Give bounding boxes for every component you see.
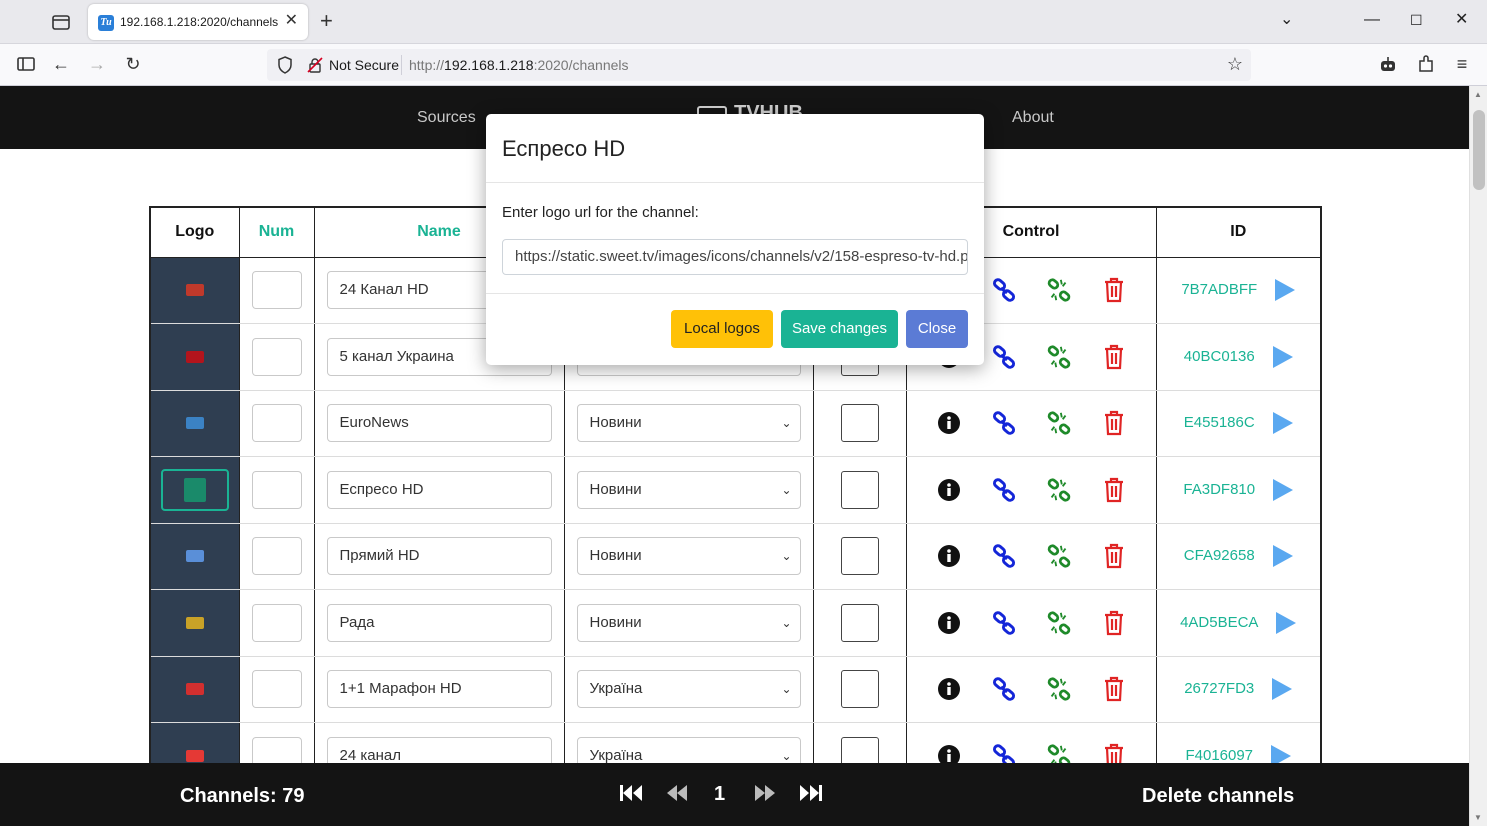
logo-url-modal: Еспресо HD Enter logo url for the channe… <box>486 114 984 365</box>
first-page-icon[interactable] <box>618 781 644 805</box>
page-scrollbar[interactable]: ▲ ▼ <box>1469 86 1487 826</box>
browser-tab[interactable]: Tu 192.168.1.218:2020/channels ✕ <box>88 4 308 40</box>
modal-title: Еспресо HD <box>502 136 626 161</box>
menu-hamburger-icon[interactable]: ≡ <box>1451 53 1473 75</box>
extension-robot-icon[interactable] <box>1377 53 1399 75</box>
scroll-down-icon[interactable]: ▼ <box>1474 813 1482 822</box>
channels-count: Channels: 79 <box>180 785 305 807</box>
url-bar[interactable]: Not Secure http://192.168.1.218:2020/cha… <box>267 49 1251 81</box>
browser-nav-bar: ← → ↻ Not Secure http://192.168.1.218:20… <box>0 44 1487 86</box>
url-host: 192.168.1.218 <box>444 57 534 73</box>
url-text[interactable]: http://192.168.1.218:2020/channels <box>409 49 629 81</box>
logo-url-input[interactable]: https://static.sweet.tv/images/icons/cha… <box>502 239 968 275</box>
url-separator <box>401 55 402 75</box>
tab-favicon-icon: Tu <box>98 15 114 31</box>
minimize-icon[interactable]: — <box>1364 10 1380 30</box>
url-scheme: http:// <box>409 57 445 73</box>
local-logos-button[interactable]: Local logos <box>671 310 773 348</box>
logo-url-label: Enter logo url for the channel: <box>502 204 699 221</box>
modal-divider <box>486 293 984 294</box>
tab-close-icon[interactable]: ✕ <box>285 13 298 29</box>
url-path: :2020/channels <box>533 57 629 73</box>
last-page-icon[interactable] <box>798 781 824 805</box>
next-page-icon[interactable] <box>752 781 778 805</box>
scrollbar-thumb[interactable] <box>1473 110 1485 190</box>
save-changes-button[interactable]: Save changes <box>781 310 898 348</box>
prev-page-icon[interactable] <box>664 781 690 805</box>
maximize-icon[interactable]: ☐ <box>1410 10 1423 30</box>
bookmark-star-icon[interactable]: ☆ <box>1227 54 1243 75</box>
modal-divider <box>486 182 984 183</box>
sidebar-toggle-icon[interactable] <box>15 53 37 75</box>
delete-channels-button[interactable]: Delete channels <box>1142 763 1294 826</box>
tab-overflow-chevron-icon[interactable]: ⌄ <box>1280 10 1293 30</box>
current-page: 1 <box>714 783 726 805</box>
scroll-up-icon[interactable]: ▲ <box>1474 90 1482 99</box>
back-arrow-icon[interactable]: ← <box>50 53 72 75</box>
close-button[interactable]: Close <box>906 310 968 348</box>
browser-tab-bar: Tu 192.168.1.218:2020/channels ✕ + ⌄ — ☐… <box>0 0 1487 44</box>
tab-title: 192.168.1.218:2020/channels <box>120 15 279 29</box>
new-tab-icon[interactable]: + <box>320 10 333 32</box>
not-secure-label[interactable]: Not Secure <box>319 49 399 81</box>
forward-arrow-icon[interactable]: → <box>86 53 108 75</box>
window-close-icon[interactable]: ✕ <box>1455 10 1468 30</box>
extensions-puzzle-icon[interactable] <box>1415 53 1437 75</box>
shield-icon[interactable] <box>277 56 293 74</box>
footer-bar: Channels: 79 1 Delete channels <box>0 763 1469 826</box>
tab-list-icon[interactable] <box>50 12 72 32</box>
reload-icon[interactable]: ↻ <box>122 53 144 75</box>
